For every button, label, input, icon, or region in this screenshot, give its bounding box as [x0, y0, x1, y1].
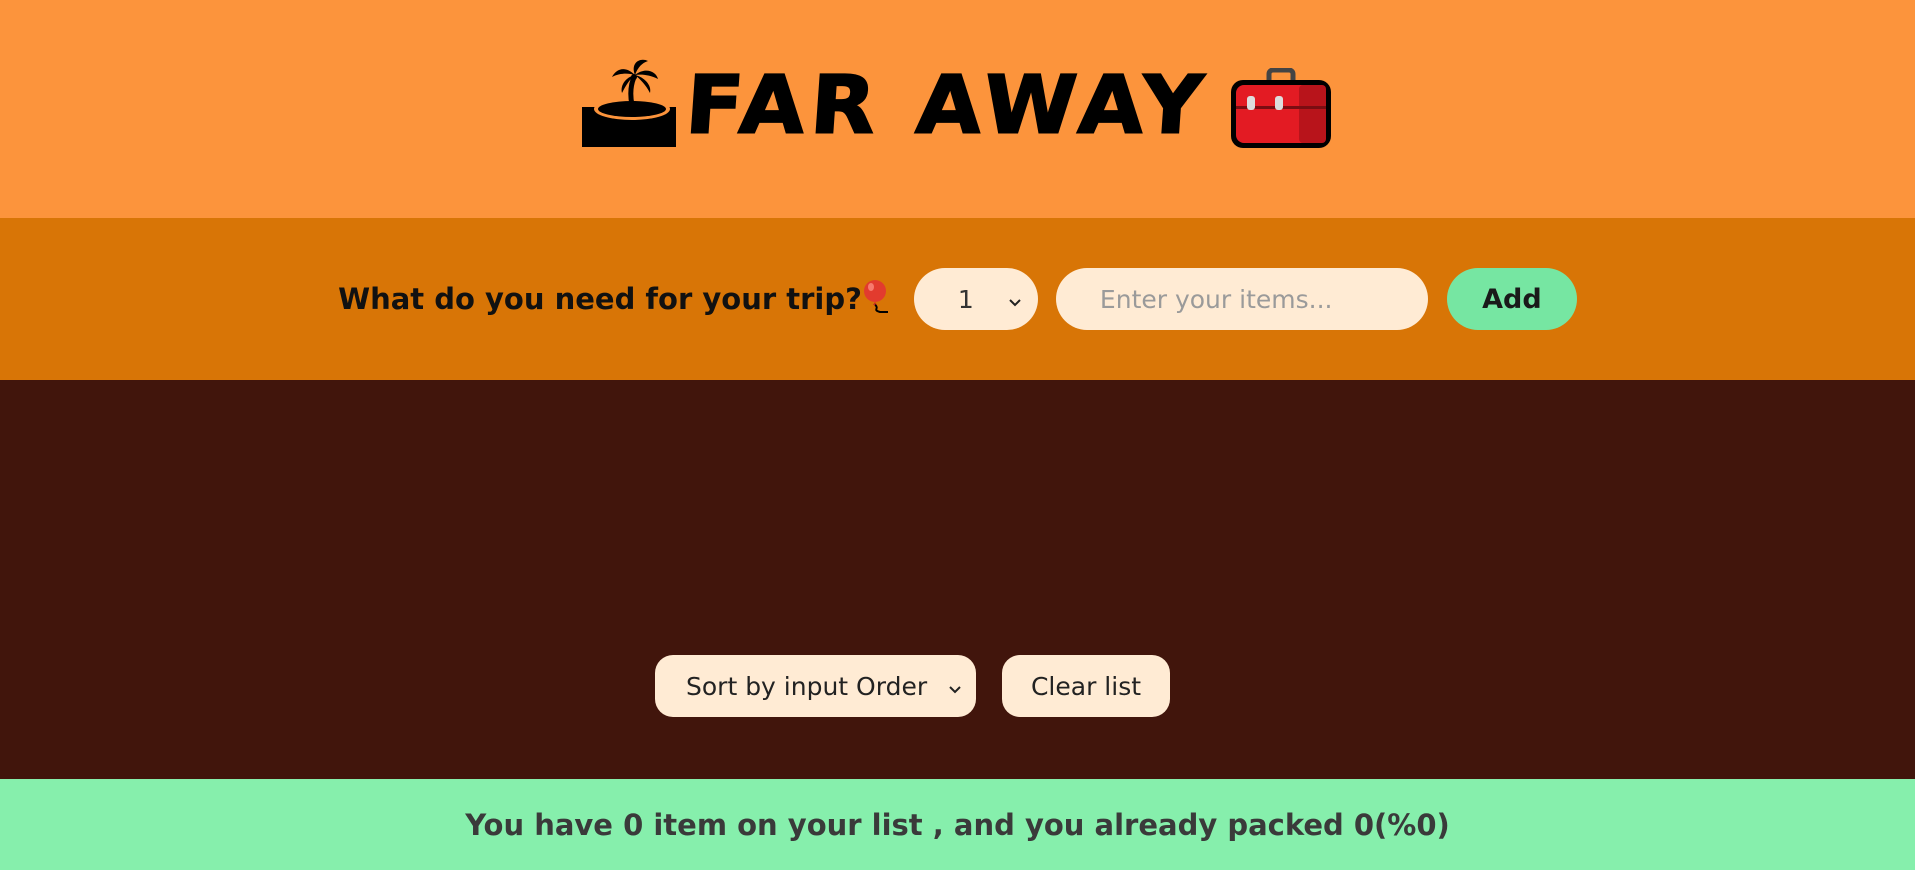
suitcase-icon [1227, 67, 1335, 154]
logo: FAR AWAY [580, 56, 1335, 154]
item-input[interactable]: Enter your items... [1055, 268, 1428, 330]
form-question: What do you need for your trip? [338, 279, 892, 320]
chevron-down-icon [1008, 285, 1022, 314]
item-input-placeholder: Enter your items... [1099, 284, 1333, 314]
balloon-icon [862, 279, 892, 320]
packing-list: Sort by input Order Clear list [0, 380, 1915, 779]
island-palm-icon [580, 57, 678, 153]
app-title: FAR AWAY [682, 57, 1213, 152]
app: FAR AWAY What do you need for your trip? [0, 0, 1915, 870]
list-actions: Sort by input Order Clear list [655, 655, 1170, 717]
sort-select-value: Sort by input Order [686, 671, 928, 701]
stats-text: You have 0 item on your list , and you a… [465, 807, 1450, 842]
add-item-form: What do you need for your trip? 1 Enter … [0, 218, 1915, 380]
add-button[interactable]: Add [1446, 268, 1577, 330]
clear-list-button[interactable]: Clear list [1002, 655, 1170, 717]
sort-select[interactable]: Sort by input Order [655, 655, 976, 717]
form-question-text: What do you need for your trip? [338, 282, 862, 316]
header: FAR AWAY [0, 0, 1915, 218]
quantity-select-value: 1 [957, 284, 974, 314]
quantity-select[interactable]: 1 [913, 268, 1038, 330]
stats-footer: You have 0 item on your list , and you a… [0, 779, 1915, 870]
chevron-down-icon [948, 672, 962, 701]
